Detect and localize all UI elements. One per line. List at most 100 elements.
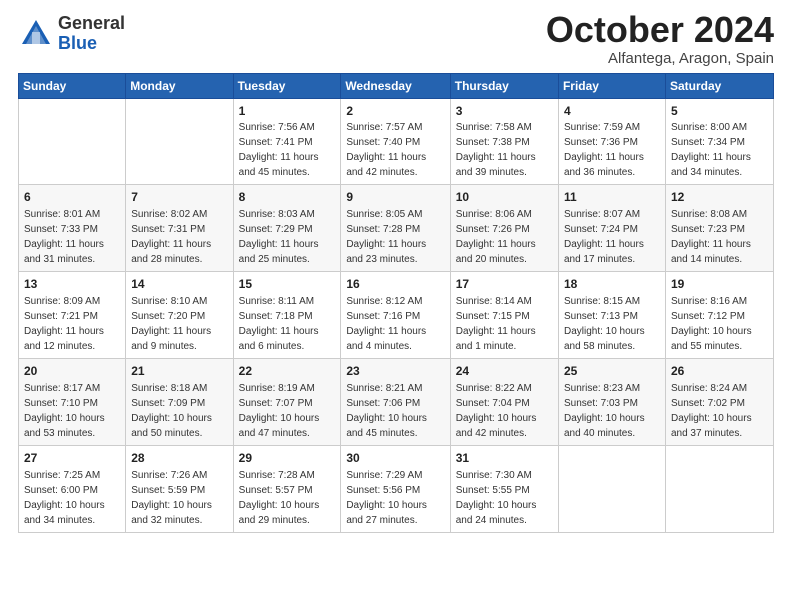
calendar-cell: 13 Sunrise: 8:09 AMSunset: 7:21 PMDayligh… bbox=[19, 272, 126, 359]
day-number: 13 bbox=[24, 276, 120, 293]
day-of-week-friday: Friday bbox=[558, 73, 665, 98]
day-number: 10 bbox=[456, 189, 553, 206]
day-number: 25 bbox=[564, 363, 660, 380]
day-info: Sunrise: 8:11 AMSunset: 7:18 PMDaylight:… bbox=[239, 296, 319, 352]
calendar-cell: 22 Sunrise: 8:19 AMSunset: 7:07 PMDayligh… bbox=[233, 358, 341, 445]
calendar-cell: 26Sunrise: 8:24 AMSunset: 7:02 PMDayligh… bbox=[665, 358, 773, 445]
day-number: 6 bbox=[24, 189, 120, 206]
calendar-week-row: 20 Sunrise: 8:17 AMSunset: 7:10 PMDayligh… bbox=[19, 358, 774, 445]
day-number: 29 bbox=[239, 450, 336, 467]
day-info: Sunrise: 8:19 AMSunset: 7:07 PMDaylight:… bbox=[239, 383, 320, 439]
day-info: Sunrise: 8:12 AMSunset: 7:16 PMDaylight:… bbox=[346, 296, 426, 352]
day-number: 23 bbox=[346, 363, 444, 380]
day-number: 3 bbox=[456, 103, 553, 120]
title-block: October 2024 Alfantega, Aragon, Spain bbox=[546, 10, 774, 67]
day-number: 24 bbox=[456, 363, 553, 380]
day-number: 17 bbox=[456, 276, 553, 293]
day-number: 19 bbox=[671, 276, 768, 293]
day-number: 16 bbox=[346, 276, 444, 293]
day-info: Sunrise: 7:59 AMSunset: 7:36 PMDaylight:… bbox=[564, 122, 644, 178]
logo-icon bbox=[18, 16, 54, 52]
calendar-cell: 7 Sunrise: 8:02 AMSunset: 7:31 PMDaylight… bbox=[126, 185, 233, 272]
day-info: Sunrise: 8:06 AMSunset: 7:26 PMDaylight:… bbox=[456, 209, 536, 265]
calendar-cell: 30 Sunrise: 7:29 AMSunset: 5:56 PMDayligh… bbox=[341, 445, 450, 532]
day-info: Sunrise: 8:15 AMSunset: 7:13 PMDaylight:… bbox=[564, 296, 645, 352]
day-info: Sunrise: 8:03 AMSunset: 7:29 PMDaylight:… bbox=[239, 209, 319, 265]
calendar-cell: 8 Sunrise: 8:03 AMSunset: 7:29 PMDaylight… bbox=[233, 185, 341, 272]
calendar-cell: 5 Sunrise: 8:00 AMSunset: 7:34 PMDaylight… bbox=[665, 98, 773, 185]
day-number: 7 bbox=[131, 189, 227, 206]
calendar-cell: 23 Sunrise: 8:21 AMSunset: 7:06 PMDayligh… bbox=[341, 358, 450, 445]
calendar-cell: 15Sunrise: 8:11 AMSunset: 7:18 PMDayligh… bbox=[233, 272, 341, 359]
day-of-week-wednesday: Wednesday bbox=[341, 73, 450, 98]
calendar-cell: 29Sunrise: 7:28 AMSunset: 5:57 PMDayligh… bbox=[233, 445, 341, 532]
day-of-week-saturday: Saturday bbox=[665, 73, 773, 98]
day-info: Sunrise: 7:56 AMSunset: 7:41 PMDaylight:… bbox=[239, 122, 319, 178]
calendar-cell: 14 Sunrise: 8:10 AMSunset: 7:20 PMDayligh… bbox=[126, 272, 233, 359]
location-subtitle: Alfantega, Aragon, Spain bbox=[546, 50, 774, 67]
page: General Blue October 2024 Alfantega, Ara… bbox=[0, 0, 792, 612]
calendar-cell: 12 Sunrise: 8:08 AMSunset: 7:23 PMDayligh… bbox=[665, 185, 773, 272]
day-number: 12 bbox=[671, 189, 768, 206]
calendar-cell: 9 Sunrise: 8:05 AMSunset: 7:28 PMDaylight… bbox=[341, 185, 450, 272]
day-info: Sunrise: 8:22 AMSunset: 7:04 PMDaylight:… bbox=[456, 383, 537, 439]
day-info: Sunrise: 8:09 AMSunset: 7:21 PMDaylight:… bbox=[24, 296, 104, 352]
logo-general: General bbox=[58, 14, 125, 34]
day-info: Sunrise: 8:05 AMSunset: 7:28 PMDaylight:… bbox=[346, 209, 426, 265]
day-of-week-monday: Monday bbox=[126, 73, 233, 98]
day-info: Sunrise: 8:18 AMSunset: 7:09 PMDaylight:… bbox=[131, 383, 212, 439]
day-number: 18 bbox=[564, 276, 660, 293]
calendar-cell: 11Sunrise: 8:07 AMSunset: 7:24 PMDayligh… bbox=[558, 185, 665, 272]
day-number: 8 bbox=[239, 189, 336, 206]
calendar-week-row: 27Sunrise: 7:25 AMSunset: 6:00 PMDayligh… bbox=[19, 445, 774, 532]
calendar-cell: 4 Sunrise: 7:59 AMSunset: 7:36 PMDaylight… bbox=[558, 98, 665, 185]
day-number: 4 bbox=[564, 103, 660, 120]
day-info: Sunrise: 7:29 AMSunset: 5:56 PMDaylight:… bbox=[346, 470, 427, 526]
day-info: Sunrise: 8:17 AMSunset: 7:10 PMDaylight:… bbox=[24, 383, 105, 439]
day-number: 9 bbox=[346, 189, 444, 206]
day-number: 20 bbox=[24, 363, 120, 380]
calendar-cell: 20 Sunrise: 8:17 AMSunset: 7:10 PMDayligh… bbox=[19, 358, 126, 445]
calendar-cell: 31 Sunrise: 7:30 AMSunset: 5:55 PMDayligh… bbox=[450, 445, 558, 532]
calendar-cell: 28Sunrise: 7:26 AMSunset: 5:59 PMDayligh… bbox=[126, 445, 233, 532]
day-of-week-sunday: Sunday bbox=[19, 73, 126, 98]
day-info: Sunrise: 8:07 AMSunset: 7:24 PMDaylight:… bbox=[564, 209, 644, 265]
day-info: Sunrise: 8:23 AMSunset: 7:03 PMDaylight:… bbox=[564, 383, 645, 439]
calendar-cell: 25 Sunrise: 8:23 AMSunset: 7:03 PMDayligh… bbox=[558, 358, 665, 445]
day-number: 22 bbox=[239, 363, 336, 380]
calendar-cell: 6 Sunrise: 8:01 AMSunset: 7:33 PMDaylight… bbox=[19, 185, 126, 272]
calendar-cell: 27Sunrise: 7:25 AMSunset: 6:00 PMDayligh… bbox=[19, 445, 126, 532]
header: General Blue October 2024 Alfantega, Ara… bbox=[18, 10, 774, 67]
day-info: Sunrise: 8:14 AMSunset: 7:15 PMDaylight:… bbox=[456, 296, 536, 352]
day-info: Sunrise: 7:58 AMSunset: 7:38 PMDaylight:… bbox=[456, 122, 536, 178]
calendar-week-row: 6 Sunrise: 8:01 AMSunset: 7:33 PMDaylight… bbox=[19, 185, 774, 272]
calendar-cell: 16 Sunrise: 8:12 AMSunset: 7:16 PMDayligh… bbox=[341, 272, 450, 359]
day-number: 14 bbox=[131, 276, 227, 293]
day-number: 30 bbox=[346, 450, 444, 467]
day-of-week-tuesday: Tuesday bbox=[233, 73, 341, 98]
calendar-cell: 21 Sunrise: 8:18 AMSunset: 7:09 PMDayligh… bbox=[126, 358, 233, 445]
day-info: Sunrise: 8:21 AMSunset: 7:06 PMDaylight:… bbox=[346, 383, 427, 439]
logo-blue: Blue bbox=[58, 34, 125, 54]
calendar-table: SundayMondayTuesdayWednesdayThursdayFrid… bbox=[18, 73, 774, 533]
day-number: 21 bbox=[131, 363, 227, 380]
calendar-cell: 17 Sunrise: 8:14 AMSunset: 7:15 PMDayligh… bbox=[450, 272, 558, 359]
calendar-cell: 18 Sunrise: 8:15 AMSunset: 7:13 PMDayligh… bbox=[558, 272, 665, 359]
day-info: Sunrise: 8:02 AMSunset: 7:31 PMDaylight:… bbox=[131, 209, 211, 265]
day-info: Sunrise: 8:10 AMSunset: 7:20 PMDaylight:… bbox=[131, 296, 211, 352]
day-number: 1 bbox=[239, 103, 336, 120]
day-info: Sunrise: 8:00 AMSunset: 7:34 PMDaylight:… bbox=[671, 122, 751, 178]
calendar-cell: 1 Sunrise: 7:56 AMSunset: 7:41 PMDaylight… bbox=[233, 98, 341, 185]
day-number: 26 bbox=[671, 363, 768, 380]
day-number: 5 bbox=[671, 103, 768, 120]
logo: General Blue bbox=[18, 14, 125, 54]
calendar-cell bbox=[19, 98, 126, 185]
day-number: 31 bbox=[456, 450, 553, 467]
day-info: Sunrise: 7:30 AMSunset: 5:55 PMDaylight:… bbox=[456, 470, 537, 526]
day-info: Sunrise: 8:01 AMSunset: 7:33 PMDaylight:… bbox=[24, 209, 104, 265]
day-info: Sunrise: 8:16 AMSunset: 7:12 PMDaylight:… bbox=[671, 296, 752, 352]
day-info: Sunrise: 8:08 AMSunset: 7:23 PMDaylight:… bbox=[671, 209, 751, 265]
calendar-cell bbox=[126, 98, 233, 185]
calendar-cell bbox=[665, 445, 773, 532]
day-number: 27 bbox=[24, 450, 120, 467]
